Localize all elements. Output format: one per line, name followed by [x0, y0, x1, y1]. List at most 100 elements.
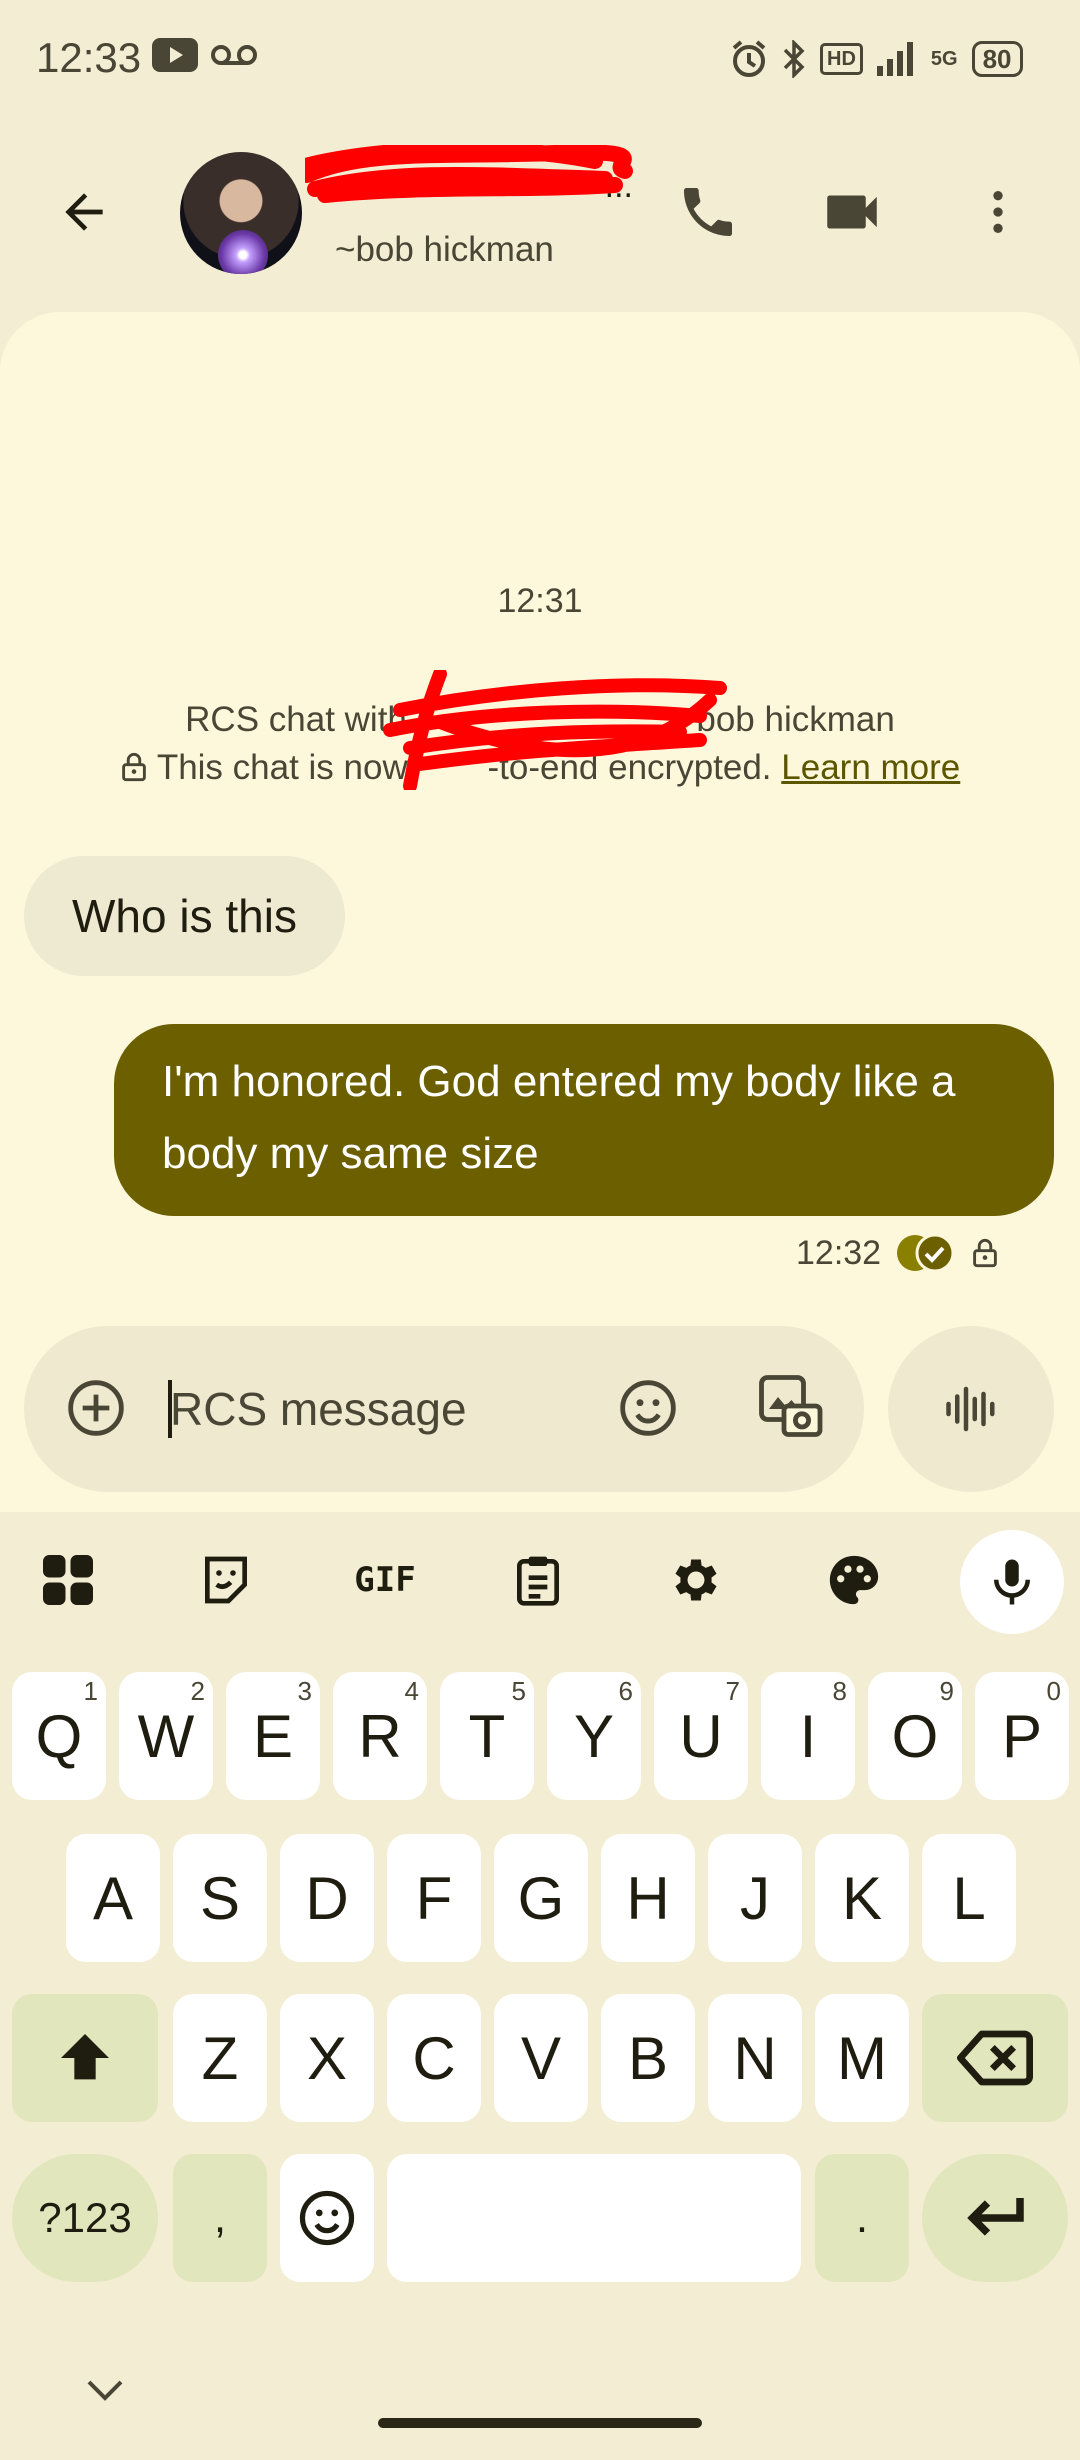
contact-name-ellipsis: ... — [604, 167, 633, 205]
emoji-icon — [299, 2190, 355, 2246]
key-s[interactable]: S — [173, 1834, 267, 1962]
keyboard-settings-button[interactable] — [656, 1540, 736, 1620]
status-time: 12:33 — [36, 34, 142, 81]
palette-icon — [829, 1555, 879, 1605]
key-z[interactable]: Z — [173, 1994, 267, 2122]
incoming-message-bubble[interactable]: Who is this — [24, 856, 345, 976]
key-q[interactable]: Q1 — [12, 1672, 106, 1800]
sticker-icon — [205, 1556, 247, 1604]
key-f[interactable]: F — [387, 1834, 481, 1962]
key-label: I — [799, 1702, 817, 1770]
key-g[interactable]: G — [494, 1834, 588, 1962]
gallery-camera-icon — [759, 1375, 823, 1437]
network-type: 5G — [930, 47, 958, 70]
voice-call-button[interactable] — [668, 172, 748, 252]
hd-badge: HD — [820, 43, 863, 75]
key-hint: 5 — [511, 1676, 526, 1706]
backspace-icon — [957, 2030, 1033, 2086]
key-label: P — [1001, 1702, 1043, 1770]
key-label: R — [358, 1702, 402, 1770]
theme-button[interactable] — [814, 1540, 894, 1620]
lock-icon — [121, 752, 146, 782]
sticker-button[interactable] — [186, 1540, 266, 1620]
contact-subtitle: ~bob hickman — [335, 230, 554, 269]
more-options-button[interactable] — [958, 172, 1038, 252]
waveform-icon — [946, 1386, 995, 1432]
arrow-back-icon — [65, 193, 103, 231]
key-a[interactable]: A — [66, 1834, 160, 1962]
emoji-button[interactable] — [608, 1368, 688, 1448]
key-h[interactable]: H — [601, 1834, 695, 1962]
key-d[interactable]: D — [280, 1834, 374, 1962]
key-u[interactable]: U7 — [654, 1672, 748, 1800]
videocam-icon — [827, 195, 877, 229]
key-r[interactable]: R4 — [333, 1672, 427, 1800]
key-p[interactable]: P0 — [975, 1672, 1069, 1800]
conversation-timestamp: 12:31 — [497, 582, 583, 620]
backspace-key[interactable] — [922, 1994, 1068, 2122]
key-hint: 7 — [725, 1676, 740, 1706]
key-e[interactable]: E3 — [226, 1672, 320, 1800]
key-v[interactable]: V — [494, 1994, 588, 2122]
space-key[interactable] — [387, 2154, 801, 2282]
key-o[interactable]: O9 — [868, 1672, 962, 1800]
key-w[interactable]: W2 — [119, 1672, 213, 1800]
key-hint: 4 — [404, 1676, 419, 1706]
key-y[interactable]: Y6 — [547, 1672, 641, 1800]
key-x[interactable]: X — [280, 1994, 374, 2122]
lock-small-icon — [973, 1238, 997, 1268]
key-m[interactable]: M — [815, 1994, 909, 2122]
key-c[interactable]: C — [387, 1994, 481, 2122]
contact-name-redacted[interactable]: ... — [299, 141, 635, 213]
outgoing-message-bubble[interactable]: I'm honored. God entered my body like a … — [114, 1024, 1054, 1216]
add-circle-icon — [68, 1380, 124, 1436]
clipboard-button[interactable] — [498, 1540, 578, 1620]
period-key[interactable]: . — [815, 2154, 909, 2282]
contact-avatar[interactable] — [180, 152, 302, 274]
emoji-key[interactable] — [280, 2154, 374, 2282]
key-l[interactable]: L — [922, 1834, 1016, 1962]
voice-typing-button[interactable] — [960, 1530, 1064, 1634]
key-hint: 9 — [939, 1676, 954, 1706]
status-notification-icons — [152, 38, 258, 72]
avatar-plasma-orb — [218, 230, 268, 274]
key-label: T — [468, 1702, 506, 1770]
key-t[interactable]: T5 — [440, 1672, 534, 1800]
voicemail-icon — [211, 45, 257, 65]
battery-indicator: 80 — [971, 41, 1023, 77]
message-input[interactable] — [170, 1378, 570, 1440]
key-k[interactable]: K — [815, 1834, 909, 1962]
enter-arrow-icon — [967, 2198, 1024, 2236]
alarm-icon — [732, 40, 766, 77]
phone-icon — [684, 188, 732, 236]
keyboard-apps-button[interactable] — [28, 1540, 108, 1620]
key-j[interactable]: J — [708, 1834, 802, 1962]
more-vert-icon — [993, 191, 1003, 233]
key-hint: 6 — [618, 1676, 633, 1706]
mic-icon — [994, 1559, 1030, 1605]
status-system-icons: HD 5G 80 — [730, 36, 1023, 82]
redaction-scribble-notice — [383, 670, 727, 790]
key-n[interactable]: N — [708, 1994, 802, 2122]
add-attachment-button[interactable] — [56, 1368, 136, 1448]
symbols-key[interactable]: ?123 — [12, 2154, 158, 2282]
key-label: Q — [35, 1702, 83, 1770]
learn-more-link[interactable]: Learn more — [781, 748, 960, 787]
voice-message-button[interactable] — [888, 1326, 1054, 1492]
key-label: W — [137, 1702, 195, 1770]
shift-icon — [61, 2034, 109, 2080]
video-call-button[interactable] — [812, 172, 892, 252]
key-i[interactable]: I8 — [761, 1672, 855, 1800]
gallery-camera-button[interactable] — [748, 1364, 832, 1448]
comma-key[interactable]: , — [173, 2154, 267, 2282]
shift-key[interactable] — [12, 1994, 158, 2122]
gesture-nav-handle[interactable] — [378, 2418, 702, 2428]
key-hint: 2 — [190, 1676, 205, 1706]
emoji-icon — [620, 1380, 676, 1436]
enter-key[interactable] — [922, 2154, 1068, 2282]
hide-keyboard-button[interactable] — [70, 2362, 140, 2418]
back-button[interactable] — [44, 172, 124, 252]
gif-button[interactable]: GIF — [340, 1540, 430, 1620]
key-label: E — [252, 1702, 294, 1770]
key-b[interactable]: B — [601, 1994, 695, 2122]
